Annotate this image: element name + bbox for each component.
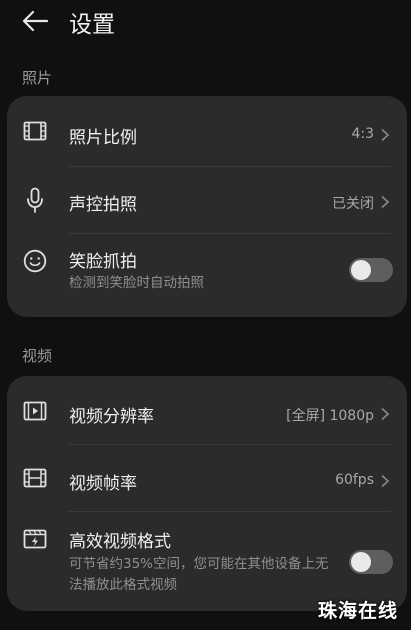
setting-row-aspect-ratio[interactable]: 照片比例 4:3 (7, 96, 407, 166)
page-title: 设置 (69, 12, 115, 38)
video-settings-card: 视频分辨率 [全屏] 1080p 视频帧率 60fps 高效视频格式 可节省约3… (7, 376, 407, 611)
chevron-right-icon (380, 474, 390, 488)
frame-rate-title: 视频帧率 (69, 474, 137, 494)
chevron-right-icon (380, 128, 390, 142)
back-arrow-icon (21, 10, 49, 32)
header-bar: 设置 (0, 0, 411, 44)
setting-row-voice-capture[interactable]: 声控拍照 已关闭 (7, 167, 407, 233)
setting-row-smile-capture: 笑脸抓拍 检测到笑脸时自动拍照 (7, 234, 407, 317)
photo-settings-card: 照片比例 4:3 声控拍照 已关闭 笑脸抓拍 检测到笑脸时自动拍照 (7, 96, 407, 317)
setting-row-video-resolution[interactable]: 视频分辨率 [全屏] 1080p (7, 376, 407, 444)
microphone-icon (22, 187, 48, 213)
section-label-photo: 照片 (22, 69, 53, 87)
voice-capture-title: 声控拍照 (69, 195, 137, 215)
setting-row-frame-rate[interactable]: 视频帧率 60fps (7, 445, 407, 511)
toggle-knob (351, 260, 371, 280)
video-resolution-value: [全屏] 1080p (286, 408, 374, 424)
aspect-ratio-icon (22, 118, 48, 144)
chevron-right-icon (380, 407, 390, 421)
watermark-text: 珠海在线 (318, 600, 399, 622)
efficient-format-toggle[interactable] (349, 550, 393, 574)
toggle-knob (351, 552, 371, 572)
smile-capture-toggle[interactable] (349, 258, 393, 282)
efficient-format-description: 可节省约35%空间，您可能在其他设备上无法播放此格式视频 (69, 556, 329, 593)
aspect-ratio-value: 4:3 (351, 126, 374, 142)
smiley-icon (22, 248, 48, 274)
efficient-video-icon (22, 526, 48, 552)
video-resolution-icon (22, 398, 48, 424)
chevron-right-icon (380, 195, 390, 209)
smile-capture-description: 检测到笑脸时自动拍照 (69, 275, 204, 291)
efficient-format-title: 高效视频格式 (69, 532, 171, 552)
back-button[interactable] (20, 9, 50, 33)
film-strip-icon (22, 465, 48, 491)
video-resolution-title: 视频分辨率 (69, 407, 154, 427)
frame-rate-value: 60fps (335, 472, 374, 488)
section-label-video: 视频 (22, 347, 53, 365)
smile-capture-title: 笑脸抓拍 (69, 252, 137, 272)
aspect-ratio-title: 照片比例 (69, 128, 137, 148)
voice-capture-value: 已关闭 (332, 196, 374, 212)
